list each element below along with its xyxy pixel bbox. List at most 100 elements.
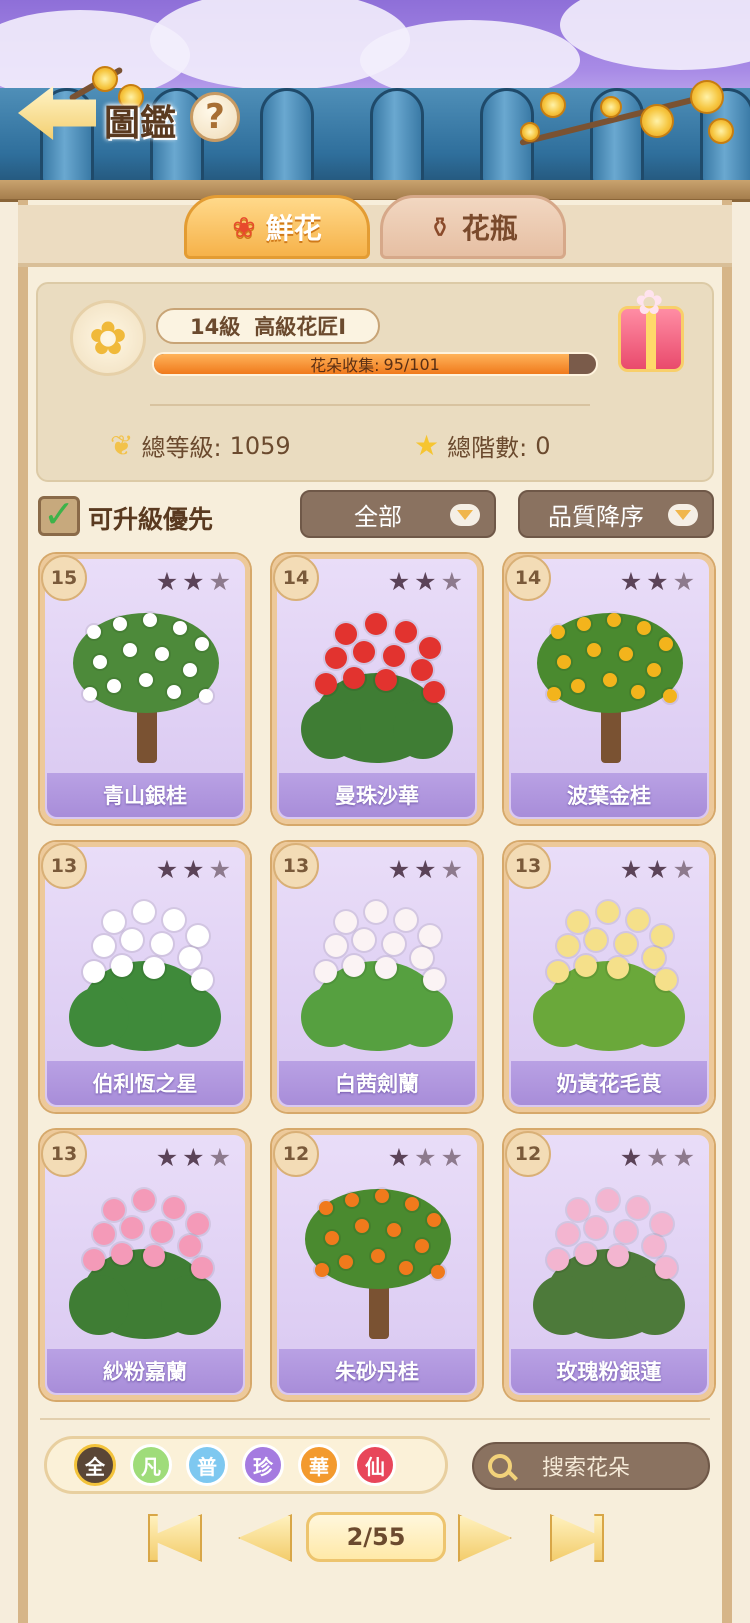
star-icon: ★: [672, 567, 695, 596]
quality-filter-chip[interactable]: 仙: [354, 1444, 396, 1486]
star-icon: ★: [155, 1143, 179, 1172]
star-icon: ★: [646, 567, 669, 596]
card-stars: ★ ★ ★: [620, 1143, 695, 1172]
card-name: 波葉金桂: [511, 773, 707, 817]
star-icon: ★: [414, 855, 437, 884]
flower-card[interactable]: 13 ★ ★ ★ 紗粉嘉蘭: [40, 1130, 250, 1400]
star-icon: ★: [646, 855, 669, 884]
roof-eave: [0, 180, 750, 202]
card-name: 伯利恆之星: [47, 1061, 243, 1105]
rose-icon: ❀: [232, 210, 256, 244]
quality-filter-chip[interactable]: 普: [186, 1444, 228, 1486]
search-input[interactable]: 搜索花朵: [472, 1442, 710, 1490]
category-dropdown[interactable]: 全部: [300, 490, 496, 538]
flower-illustration: [295, 1179, 459, 1339]
star-icon: ★: [155, 855, 179, 884]
quality-filter-chip[interactable]: 華: [298, 1444, 340, 1486]
card-level-badge: 15: [41, 555, 87, 601]
level-badge: 14級 高級花匠Ⅰ: [156, 308, 380, 344]
total-stage-stat: ★ 總階數: 0: [414, 428, 550, 463]
flower-illustration: [63, 603, 227, 763]
sprout-icon: ❦: [110, 429, 134, 462]
card-level-badge: 14: [505, 555, 551, 601]
sort-dropdown[interactable]: 品質降序: [518, 490, 714, 538]
flower-illustration: [527, 603, 691, 763]
total-level-label: 總等級:: [141, 434, 222, 462]
chevron-down-icon: [450, 504, 480, 526]
card-level-badge: 12: [505, 1131, 551, 1177]
card-level-badge: 13: [41, 1131, 87, 1177]
star-icon: ★: [619, 567, 643, 596]
star-icon: ★: [155, 567, 179, 596]
card-stars: ★ ★ ★: [620, 567, 695, 596]
search-icon: [488, 1454, 512, 1478]
quality-filter-chip[interactable]: 珍: [242, 1444, 284, 1486]
star-icon: ★: [619, 1143, 643, 1172]
sort-selected: 品質降序: [548, 502, 644, 531]
info-divider: [150, 404, 590, 406]
flower-illustration: [527, 1179, 691, 1339]
flower-illustration: [63, 891, 227, 1051]
search-placeholder: 搜索花朵: [542, 1456, 631, 1481]
total-level-value: 1059: [229, 431, 291, 460]
total-stage-value: 0: [535, 431, 551, 460]
card-level-badge: 12: [273, 1131, 319, 1177]
flower-card[interactable]: 15 ★ ★ ★ 青山銀桂: [40, 554, 250, 824]
star-icon: ★: [646, 1143, 669, 1172]
gift-box-icon[interactable]: [618, 283, 684, 372]
collection-label: 花朵收集:: [310, 356, 380, 375]
chevron-down-icon: [668, 504, 698, 526]
star-icon: ★: [387, 855, 411, 884]
page-indicator: 2/55: [306, 1512, 446, 1562]
flower-card[interactable]: 13 ★ ★ ★ 伯利恆之星: [40, 842, 250, 1112]
card-stars: ★ ★ ★: [388, 1143, 463, 1172]
star-icon: ★: [182, 567, 205, 596]
star-icon: ★: [208, 855, 231, 884]
star-icon: ★: [440, 1143, 463, 1172]
flower-card[interactable]: 12 ★ ★ ★ 朱砂丹桂: [272, 1130, 482, 1400]
total-level-stat: ❦ 總等級: 1059: [110, 428, 291, 463]
card-stars: ★ ★ ★: [388, 855, 463, 884]
tab-fresh-flowers[interactable]: ❀ 鮮花: [184, 195, 370, 259]
tab-vases[interactable]: ⚱ 花瓶: [380, 195, 566, 259]
card-level-badge: 13: [505, 843, 551, 889]
page-title: 圖鑑: [104, 103, 177, 144]
flower-card[interactable]: 13 ★ ★ ★ 白茜劍蘭: [272, 842, 482, 1112]
star-icon: ★: [414, 1143, 437, 1172]
flower-card[interactable]: 12 ★ ★ ★ 玫瑰粉銀蓮: [504, 1130, 714, 1400]
quality-filter-chip[interactable]: 凡: [130, 1444, 172, 1486]
star-icon: ★: [440, 855, 463, 884]
card-name: 青山銀桂: [47, 773, 243, 817]
card-level-badge: 14: [273, 555, 319, 601]
card-name: 玫瑰粉銀蓮: [511, 1349, 707, 1393]
star-icon: ★: [672, 1143, 695, 1172]
star-icon: ★: [182, 1143, 205, 1172]
collection-value: 95/101: [383, 354, 440, 374]
flower-card[interactable]: 14 ★ ★ ★ 曼珠沙華: [272, 554, 482, 824]
card-stars: ★ ★ ★: [388, 567, 463, 596]
flower-illustration: [527, 891, 691, 1051]
total-stage-label: 總階數:: [447, 434, 528, 462]
tabs-band: [18, 205, 732, 267]
player-rank: 高級花匠Ⅰ: [254, 315, 347, 339]
player-level: 14級: [189, 315, 241, 339]
card-level-badge: 13: [41, 843, 87, 889]
flower-illustration: [63, 1179, 227, 1339]
card-stars: ★ ★ ★: [156, 567, 231, 596]
card-stars: ★ ★ ★: [620, 855, 695, 884]
upgrade-first-checkbox[interactable]: ✓: [38, 495, 80, 536]
star-icon: ★: [182, 855, 205, 884]
card-stars: ★ ★ ★: [156, 855, 231, 884]
quality-filter-chip[interactable]: 全: [74, 1444, 116, 1486]
star-icon: ★: [208, 567, 231, 596]
flower-card[interactable]: 13 ★ ★ ★ 奶黃花毛茛: [504, 842, 714, 1112]
card-name: 白茜劍蘭: [279, 1061, 475, 1105]
flower-card[interactable]: 14 ★ ★ ★ 波葉金桂: [504, 554, 714, 824]
star-icon: ★: [414, 567, 437, 596]
star-icon: ★: [208, 1143, 231, 1172]
card-name: 朱砂丹桂: [279, 1349, 475, 1393]
card-name: 紗粉嘉蘭: [47, 1349, 243, 1393]
tab-label: 鮮花: [265, 212, 322, 245]
card-stars: ★ ★ ★: [156, 1143, 231, 1172]
help-button[interactable]: ?: [190, 92, 240, 142]
